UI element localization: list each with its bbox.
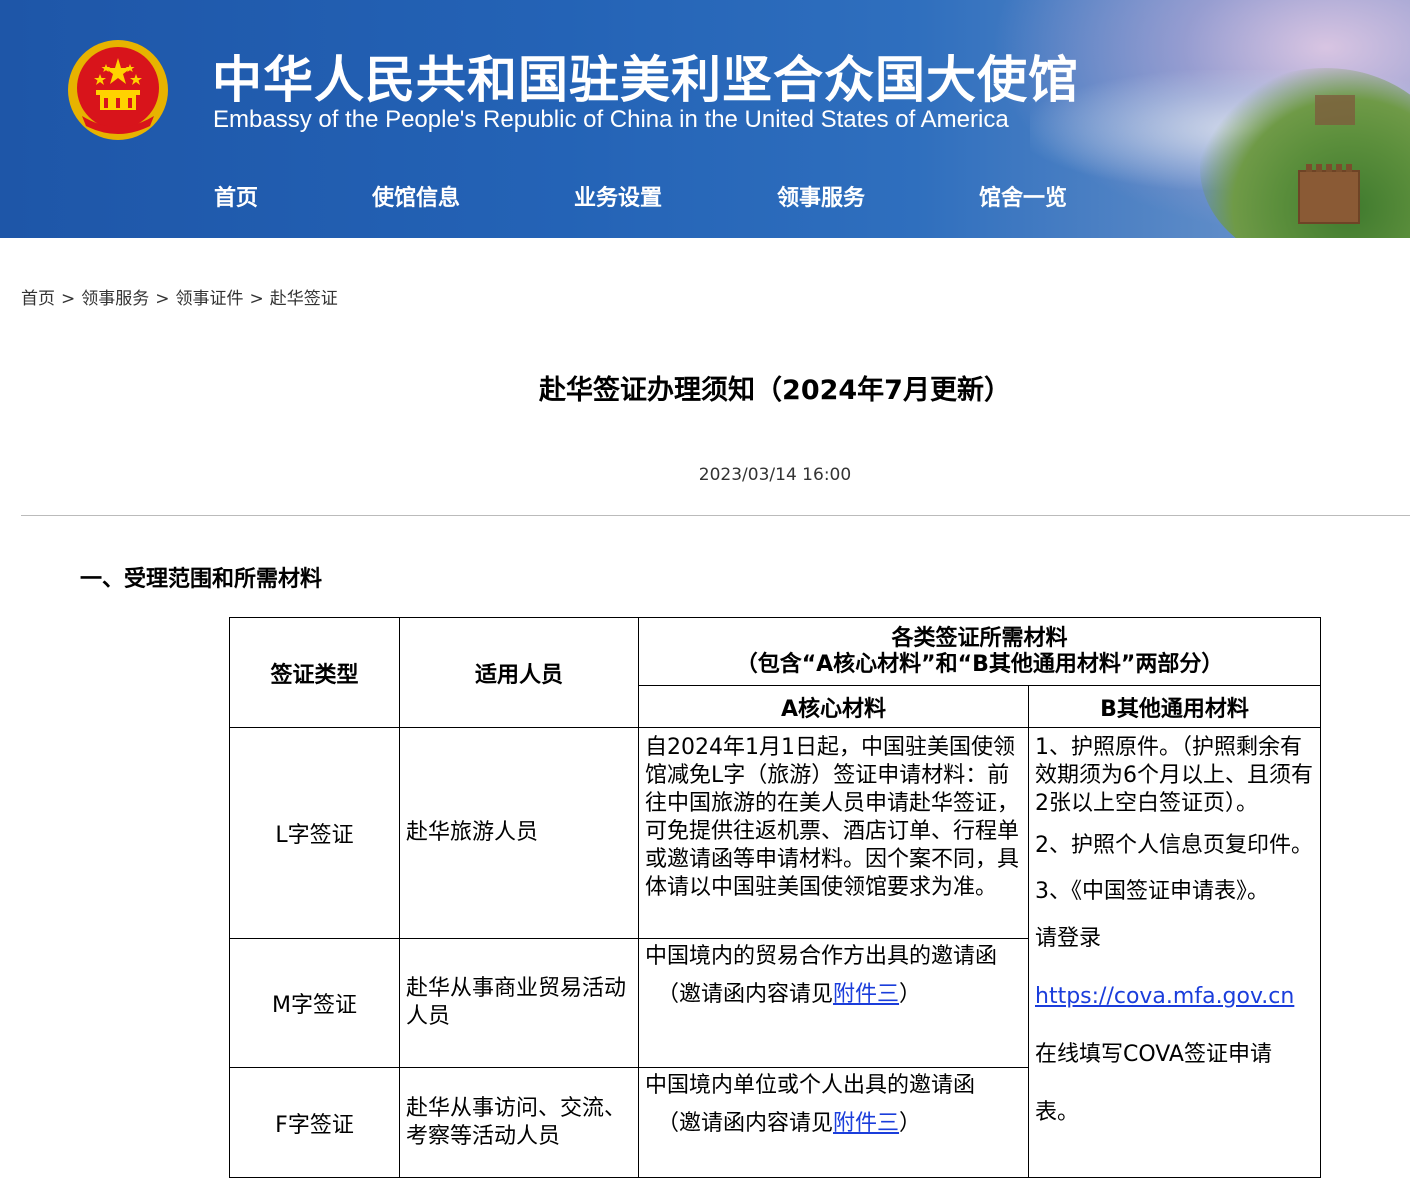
- visa-type-cell: F字签证: [229, 1067, 400, 1178]
- applicable-persons-cell: 赴华旅游人员: [399, 727, 639, 939]
- header-banner: 中华人民共和国驻美利坚合众国大使馆 Embassy of the People'…: [0, 0, 1410, 238]
- note-suffix: ）: [899, 1111, 922, 1136]
- breadcrumb-separator: >: [249, 289, 264, 309]
- cova-suffix: 在线填写COVA签证申请表。: [1035, 1042, 1272, 1125]
- header-required-materials: 各类签证所需材料 （包含“A核心材料”和“B其他通用材料”两部分）: [637, 617, 1322, 686]
- core-materials-cell: 中国境内的贸易合作方出具的邀请函 （邀请函内容请见附件三）: [638, 938, 1029, 1068]
- attachment-3-link[interactable]: 附件三: [833, 982, 899, 1007]
- article-date: 2023/03/14 16:00: [698, 465, 852, 485]
- breadcrumb-consular-services[interactable]: 领事服务: [81, 289, 149, 309]
- cova-prefix: 请登录: [1035, 926, 1102, 951]
- other-materials-item-3: 3、《中国签证申请表》。: [1035, 879, 1269, 904]
- great-wall-tower: [1298, 164, 1360, 224]
- article-title: 赴华签证办理须知（2024年7月更新）: [539, 375, 1011, 406]
- visa-type-cell: M字签证: [229, 938, 400, 1068]
- embassy-title-cn: 中华人民共和国驻美利坚合众国大使馆: [212, 51, 1079, 109]
- invitation-note: （邀请函内容请见附件三）: [645, 1110, 1022, 1138]
- core-materials-cell: 中国境内单位或个人出具的邀请函 （邀请函内容请见附件三）: [638, 1067, 1029, 1178]
- visa-type-cell: L字签证: [229, 727, 400, 939]
- header-other-materials: B其他通用材料: [1027, 685, 1322, 728]
- other-materials-item-1: 1、护照原件。（护照剩余有效期须为6个月以上、且须有2张以上空白签证页）。: [1035, 735, 1313, 816]
- nav-services[interactable]: 业务设置: [574, 180, 662, 212]
- core-materials-text: 中国境内单位或个人出具的邀请函: [645, 1073, 976, 1098]
- embassy-title-en: Embassy of the People's Republic of Chin…: [213, 106, 1009, 133]
- section-heading: 一、受理范围和所需材料: [80, 567, 323, 592]
- applicable-persons-cell: 赴华从事商业贸易活动人员: [399, 938, 639, 1068]
- nav-embassy-info[interactable]: 使馆信息: [372, 180, 460, 212]
- attachment-3-link[interactable]: 附件三: [833, 1111, 899, 1136]
- table-row: L字签证 赴华旅游人员 自2024年1月1日起，中国驻美国使领馆减免L字（旅游）…: [229, 727, 1322, 1178]
- breadcrumb-china-visa[interactable]: 赴华签证: [270, 289, 338, 309]
- core-materials-text: 中国境内的贸易合作方出具的邀请函: [645, 944, 998, 969]
- header-visa-type: 签证类型: [229, 617, 400, 728]
- breadcrumb-separator: >: [61, 289, 76, 309]
- note-prefix: （邀请函内容请见: [657, 1111, 834, 1136]
- breadcrumb-separator: >: [155, 289, 170, 309]
- visa-requirements-table: 签证类型 适用人员 各类签证所需材料 （包含“A核心材料”和“B其他通用材料”两…: [229, 617, 1322, 1178]
- nav-building-overview[interactable]: 馆舍一览: [979, 180, 1067, 212]
- nav-consular-services[interactable]: 领事服务: [777, 180, 865, 212]
- invitation-note: （邀请函内容请见附件三）: [645, 981, 1022, 1009]
- nav-home[interactable]: 首页: [214, 180, 258, 212]
- applicable-persons-cell: 赴华从事访问、交流、考察等活动人员: [399, 1067, 639, 1178]
- core-materials-cell: 自2024年1月1日起，中国驻美国使领馆减免L字（旅游）签证申请材料：前往中国旅…: [638, 727, 1029, 939]
- national-emblem-icon: [68, 40, 168, 140]
- header-applicable-persons: 适用人员: [399, 617, 639, 728]
- header-core-materials: A核心材料: [638, 685, 1029, 728]
- other-materials-cell: 1、护照原件。（护照剩余有效期须为6个月以上、且须有2张以上空白签证页）。 2、…: [1027, 727, 1322, 1178]
- note-prefix: （邀请函内容请见: [657, 982, 834, 1007]
- note-suffix: ）: [899, 982, 922, 1007]
- other-materials-item-2: 2、护照个人信息页复印件。: [1035, 833, 1313, 858]
- breadcrumb-home[interactable]: 首页: [21, 289, 55, 309]
- header-materials-subtitle: （包含“A核心材料”和“B其他通用材料”两部分）: [735, 651, 1224, 677]
- cova-link[interactable]: https://cova.mfa.gov.cn: [1035, 984, 1294, 1009]
- divider: [21, 515, 1410, 516]
- breadcrumb-consular-documents[interactable]: 领事证件: [176, 289, 244, 309]
- great-wall-distant-tower: [1315, 95, 1355, 125]
- other-materials-item-3-detail: 请登录 https://cova.mfa.gov.cn 在线填写COVA签证申请表。: [1035, 910, 1314, 1142]
- header-materials-title: 各类签证所需材料: [891, 625, 1068, 651]
- breadcrumb: 首页 > 领事服务 > 领事证件 > 赴华签证: [21, 284, 338, 309]
- main-nav: 首页 使馆信息 业务设置 领事服务 馆舍一览: [0, 180, 1200, 216]
